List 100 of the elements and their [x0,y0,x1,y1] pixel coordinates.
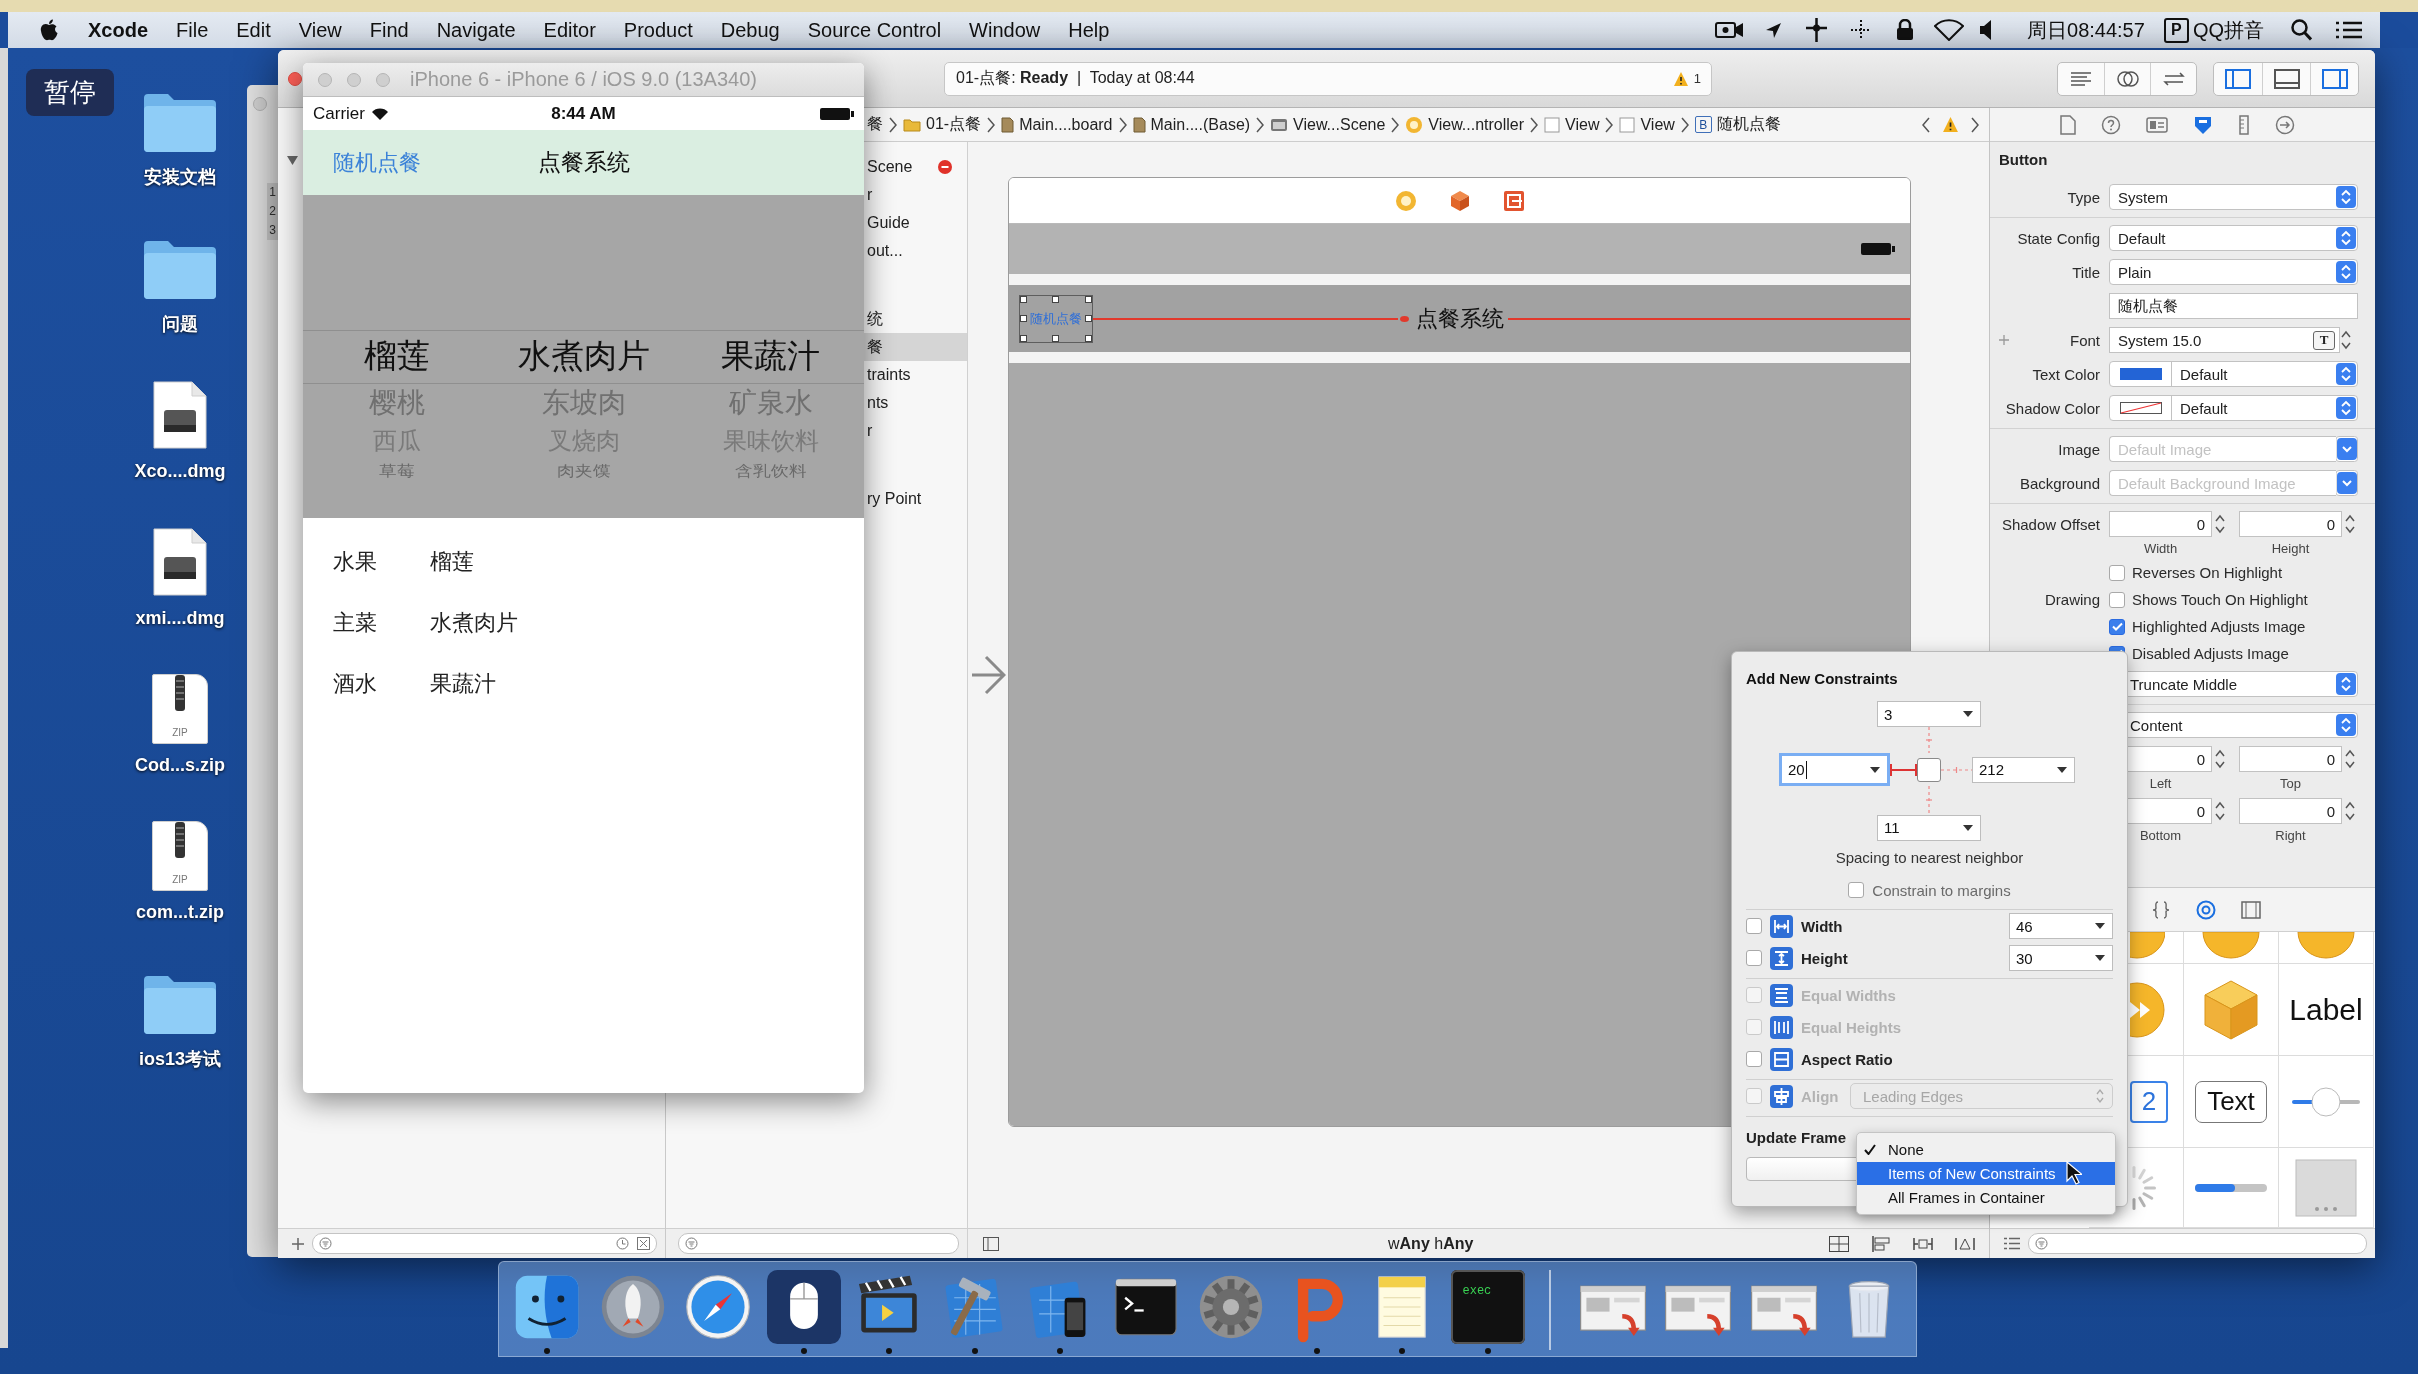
size-class-label[interactable]: wAny hAny [1388,1234,1474,1253]
menu-item[interactable]: Navigate [436,18,516,42]
app-menu[interactable]: Xcode [88,18,149,42]
checkbox[interactable] [2109,564,2125,581]
outline-item[interactable]: ry Point [863,485,967,513]
menu-item[interactable]: Help [1068,18,1110,42]
number-field[interactable]: 0 [2109,511,2212,537]
zip-file-icon[interactable]: ZIP [152,821,208,891]
menu-item[interactable]: Editor [543,18,596,42]
number-field[interactable]: 0 [2239,746,2342,772]
pin-icon[interactable] [1913,1235,1933,1252]
popup-button[interactable]: Default [2109,225,2358,251]
file-label[interactable]: Xco....dmg [134,461,226,481]
dotted-cross-icon[interactable] [1851,20,1871,40]
menu-item[interactable]: None [1857,1138,2115,1162]
number-field[interactable]: 0 [2239,798,2342,824]
breadcrumb-item[interactable]: 01-点餐 [903,114,982,135]
file-label[interactable]: 安装文档 [144,167,216,187]
outline-item[interactable]: traints [863,361,967,389]
checkbox[interactable] [1746,950,1762,966]
filter-field[interactable] [678,1233,959,1254]
spinner-icon[interactable] [2130,1163,2158,1212]
cube-icon[interactable] [2203,978,2259,1041]
menu-item[interactable]: Window [969,18,1041,42]
slider-icon[interactable] [2290,1085,2362,1118]
font-field[interactable]: System 15.0 T [2109,327,2340,353]
align-icon[interactable] [1871,1235,1891,1252]
resize-handle[interactable] [1020,314,1027,322]
breadcrumb-item[interactable]: View...ntroller [1405,115,1525,134]
checkbox[interactable] [2109,618,2125,635]
checkbox[interactable] [1848,882,1865,898]
outline-item[interactable]: Scene [863,153,967,181]
down-arrow-icon[interactable] [2336,470,2358,496]
sidebar-toggle-icon[interactable] [983,1236,999,1251]
disk-image-icon[interactable] [152,380,208,450]
inspector-tab[interactable] [2146,115,2168,134]
menu-item[interactable]: File [176,18,209,42]
file-label[interactable]: ios13考试 [139,1049,221,1069]
disk-image-icon[interactable] [152,527,208,597]
resize-handle[interactable] [1085,295,1092,303]
menu-item[interactable]: Edit [236,18,271,42]
font-picker-button[interactable]: T [2313,330,2335,350]
resize-handle[interactable] [1085,314,1092,322]
input-method-name[interactable]: QQ拼音 [2192,18,2264,42]
zip-file-icon[interactable]: ZIP [152,674,208,744]
picker-row[interactable]: 果蔬汁 [721,330,820,383]
resize-handle[interactable] [1020,295,1027,303]
library-tab[interactable] [2196,899,2216,920]
menu-item[interactable]: View [298,18,342,42]
resize-handle[interactable] [1020,334,1027,342]
breadcrumb-item[interactable]: View [1619,115,1675,134]
search-icon[interactable] [2291,19,2312,41]
checkbox[interactable] [1746,918,1762,934]
list-icon[interactable] [2004,1237,2020,1250]
wifi-icon[interactable] [1934,19,1964,41]
color-popup[interactable]: Default [2109,361,2358,387]
outline-item[interactable]: Guide [863,209,967,237]
disclosure-triangle-icon[interactable] [287,156,298,165]
text-field-sample[interactable]: Text [2195,1080,2267,1123]
inspector-tab[interactable] [2060,114,2076,135]
outline-item[interactable]: r [863,181,967,209]
down-arrow-icon[interactable] [2336,436,2358,462]
resize-handle[interactable] [1052,334,1059,342]
library-item-label[interactable]: Label [2289,992,2363,1027]
outline-item[interactable]: out... [863,237,967,265]
value-popup[interactable]: 30 [2009,945,2113,971]
stack-icon[interactable] [1829,1235,1849,1252]
file-label[interactable]: 问题 [162,314,198,334]
library-tab[interactable] [2151,899,2171,920]
picker-row[interactable]: 水煮肉片 [517,330,650,383]
color-popup[interactable]: Default [2109,395,2358,421]
outline-item[interactable]: 餐 [863,333,967,361]
popup-button[interactable]: Plain [2109,259,2358,285]
spacing-field[interactable]: 3 [1877,701,1981,727]
title-field[interactable]: 随机点餐 [2109,293,2358,319]
filter-field[interactable] [312,1233,657,1254]
speaker-icon[interactable] [1980,19,1992,41]
inspector-tab[interactable] [2238,114,2250,135]
clock-text[interactable]: 周日08:44:57 [2027,18,2145,42]
location-arrow-icon[interactable] [1765,21,1782,39]
inspector-tab[interactable] [2275,114,2295,135]
inspector-tab[interactable] [2193,114,2213,135]
checkbox[interactable] [1746,1051,1762,1067]
clock-icon[interactable] [616,1237,629,1250]
checkbox[interactable] [2109,591,2125,608]
outline-item[interactable]: nts [863,389,967,417]
file-label[interactable]: xmi....dmg [135,608,225,628]
number-box[interactable]: 2 [2130,1080,2168,1123]
outline-item[interactable]: 统 [863,305,967,333]
close-button[interactable] [288,71,302,86]
breadcrumb-item[interactable]: B 随机点餐 [1694,114,1781,135]
chevron-right-icon[interactable] [1971,116,1979,133]
resize-handle[interactable] [1085,334,1092,342]
library-tab[interactable] [2241,900,2261,919]
number-field[interactable]: 0 [2239,511,2342,537]
chevron-left-icon[interactable] [1922,116,1930,133]
spacing-field[interactable]: 212 [1972,756,2075,783]
menu-item[interactable]: Find [369,18,409,42]
breadcrumb-item[interactable]: Main....(Base) [1132,115,1251,134]
breadcrumb-item[interactable]: View [1544,115,1600,134]
